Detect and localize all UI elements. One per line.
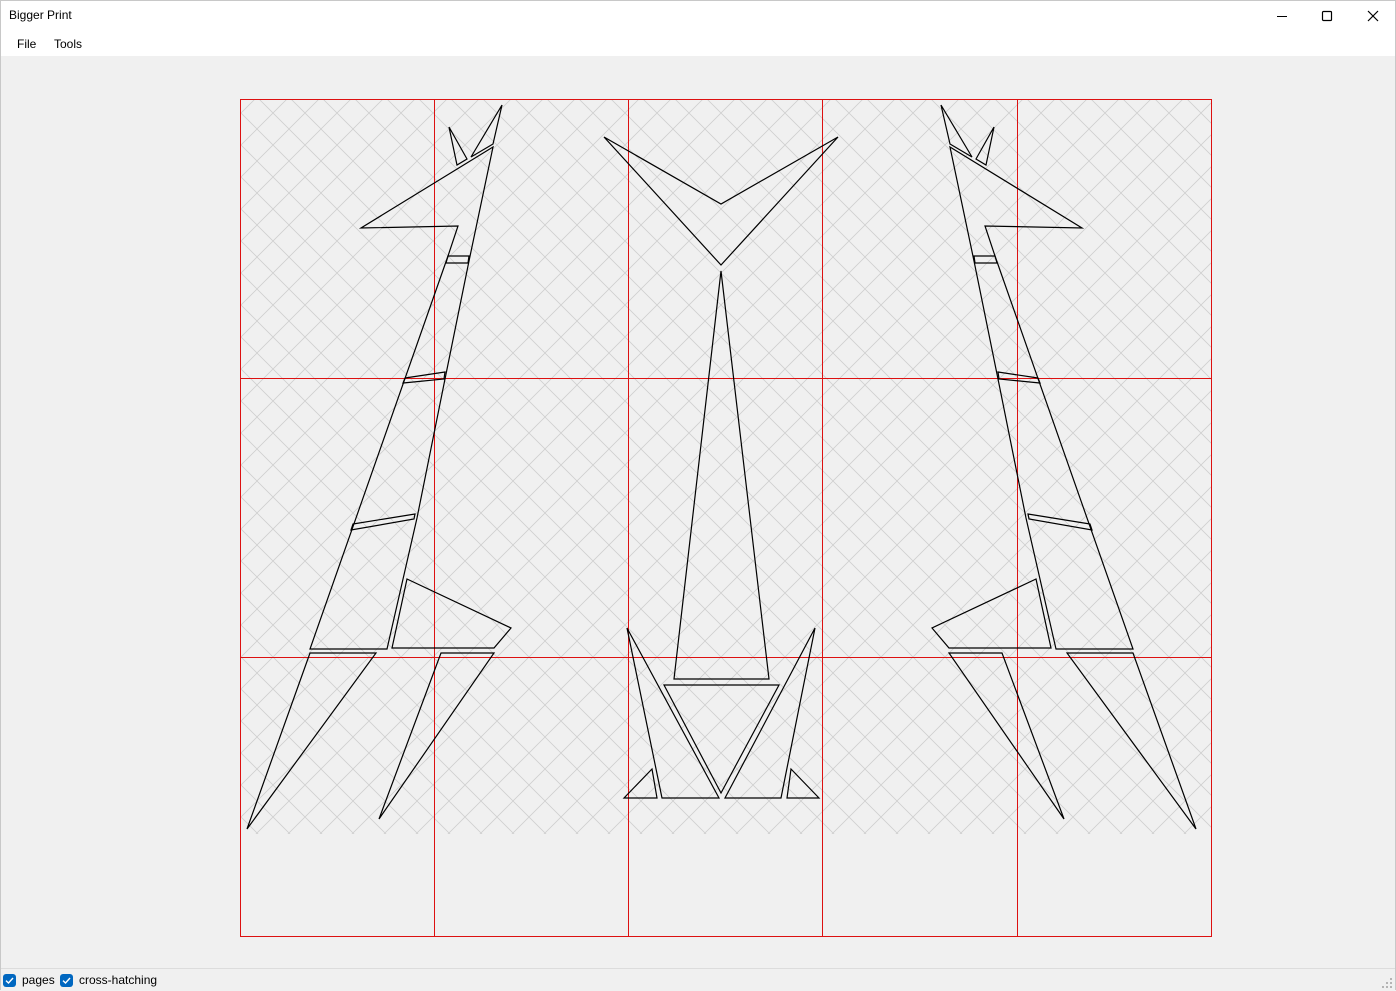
checkmark-icon (5, 977, 14, 984)
close-icon (1367, 10, 1379, 22)
menu-bar: File Tools (1, 31, 1395, 56)
minimize-button[interactable] (1259, 1, 1305, 31)
pages-toggle[interactable]: pages (3, 973, 55, 987)
pages-label: pages (22, 973, 55, 987)
app-window: Bigger Print File Tools pages cross-hatc… (0, 0, 1396, 991)
maximize-icon (1321, 10, 1333, 22)
cross-hatching-checkbox[interactable] (60, 973, 73, 987)
checkmark-icon (62, 977, 71, 984)
cross-hatching (241, 100, 1211, 834)
status-bar: pages cross-hatching (1, 968, 1395, 991)
window-title: Bigger Print (9, 8, 72, 22)
canvas-drawing (240, 99, 1212, 937)
resize-grip-icon[interactable] (1381, 977, 1393, 989)
maximize-button[interactable] (1304, 1, 1350, 31)
menu-file[interactable]: File (15, 37, 38, 51)
pages-checkbox[interactable] (3, 973, 16, 987)
minimize-icon (1277, 16, 1287, 17)
menu-tools[interactable]: Tools (52, 37, 84, 51)
close-button[interactable] (1350, 1, 1396, 31)
title-bar[interactable]: Bigger Print (1, 1, 1395, 31)
cross-hatching-label: cross-hatching (79, 973, 158, 987)
document-canvas[interactable] (1, 56, 1395, 968)
cross-hatching-toggle[interactable]: cross-hatching (60, 973, 157, 987)
